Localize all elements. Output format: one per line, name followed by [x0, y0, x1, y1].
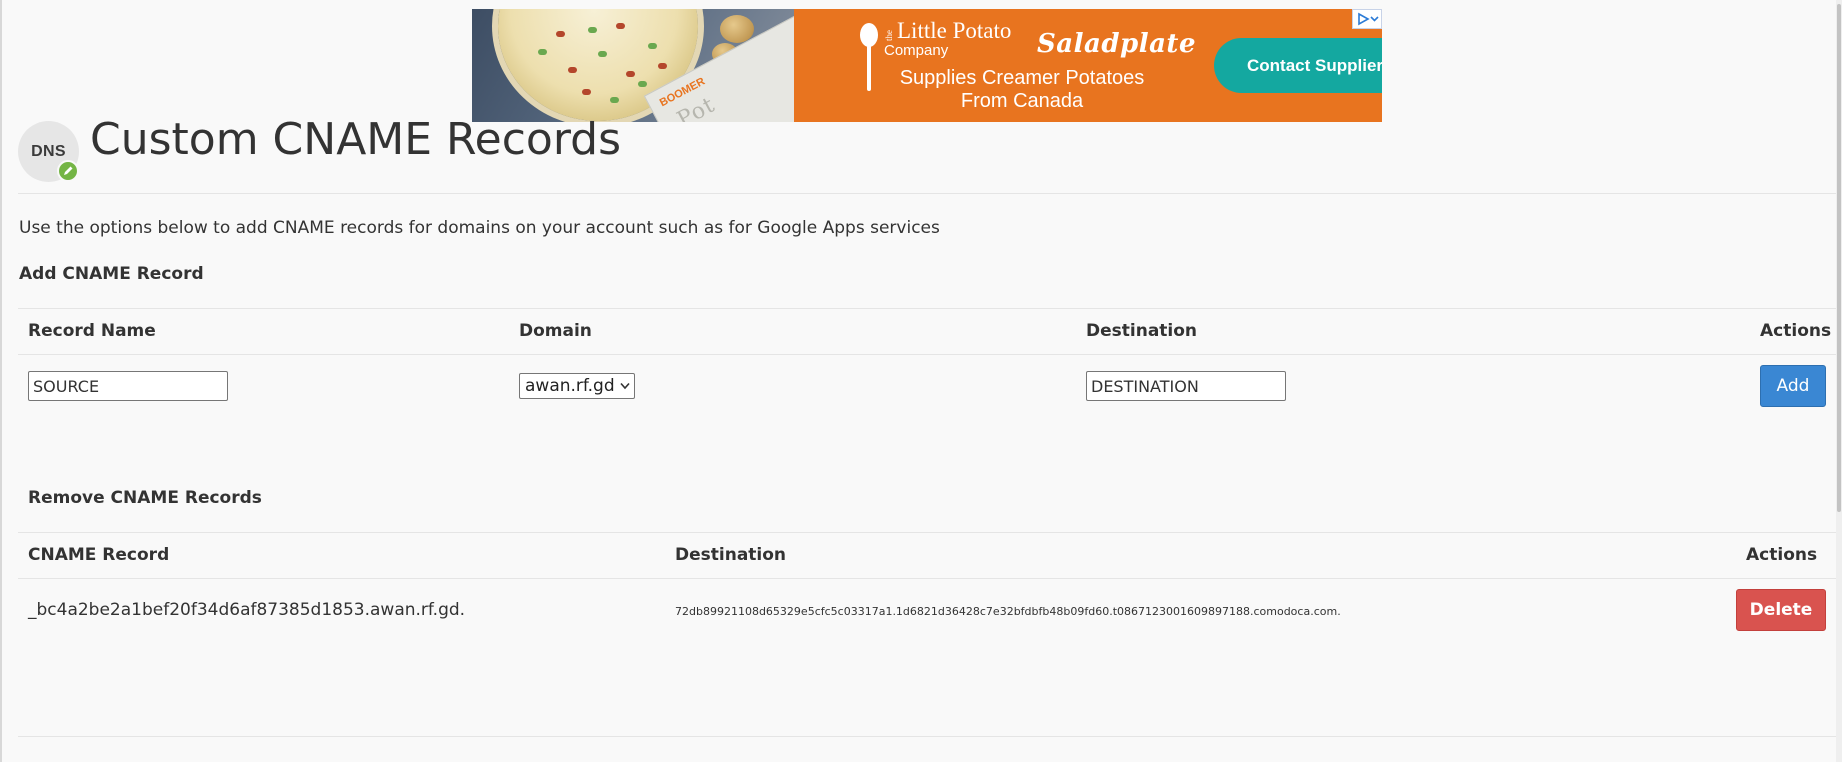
- chevron-down-icon: [620, 382, 630, 390]
- column-header-record-name: Record Name: [28, 321, 156, 341]
- window-edge: [0, 0, 2, 762]
- adchoices-icon[interactable]: [1352, 9, 1382, 29]
- ad-photo: BOOMER Pot: [472, 9, 794, 122]
- column-header-remove-destination: Destination: [675, 545, 787, 565]
- destination-input[interactable]: [1086, 371, 1286, 401]
- column-header-actions: Actions: [1760, 321, 1832, 341]
- dns-icon-label: DNS: [31, 143, 66, 160]
- page-description: Use the options below to add CNAME recor…: [19, 218, 940, 238]
- ad-brand-name: Little Potato: [897, 18, 1012, 43]
- delete-button[interactable]: Delete: [1736, 589, 1826, 631]
- column-header-destination: Destination: [1086, 321, 1198, 341]
- cname-record-cell: _bc4a2be2a1bef20f34d6af87385d1853.awan.r…: [28, 600, 466, 620]
- ad-brand-the: the: [884, 30, 894, 41]
- scrollbar-thumb[interactable]: [1837, 4, 1841, 512]
- ad-banner[interactable]: BOOMER Pot the Little Potato Company Sala…: [472, 9, 1382, 122]
- page: BOOMER Pot the Little Potato Company Sala…: [0, 0, 1842, 762]
- destination-cell: 72db89921108d65329e5cfc5c03317a1.1d6821d…: [675, 605, 1341, 618]
- column-header-remove-actions: Actions: [1746, 545, 1818, 565]
- page-title: Custom CNAME Records: [90, 114, 621, 165]
- column-header-domain: Domain: [519, 321, 592, 341]
- domain-select-value: awan.rf.gd: [525, 376, 615, 396]
- section-bottom-divider: [18, 736, 1836, 737]
- remove-table-top-border: [18, 532, 1836, 533]
- dns-icon: DNS: [18, 121, 79, 182]
- add-button[interactable]: Add: [1760, 365, 1826, 407]
- ad-brand-company: Company: [884, 42, 949, 59]
- remove-table-header-border: [18, 578, 1836, 579]
- saladplate-logo: Saladplate: [1037, 29, 1196, 59]
- pencil-icon: [57, 160, 79, 182]
- ad-brand-logo: the Little Potato Company: [884, 19, 1011, 58]
- add-table-top-border: [18, 308, 1836, 309]
- record-name-input[interactable]: [28, 371, 228, 401]
- scrollbar[interactable]: [1836, 0, 1842, 762]
- ad-headline-line1: Supplies Creamer Potatoes: [899, 67, 1145, 89]
- contact-supplier-button[interactable]: Contact Supplier: [1214, 38, 1382, 93]
- add-table-header-border: [18, 354, 1836, 355]
- column-header-cname-record: CNAME Record: [28, 545, 170, 565]
- ad-headline: Supplies Creamer Potatoes From Canada: [872, 67, 1172, 113]
- ad-headline-line2: From Canada: [960, 90, 1084, 112]
- add-section-title: Add CNAME Record: [19, 264, 204, 284]
- header-divider: [18, 193, 1836, 194]
- remove-section-title: Remove CNAME Records: [28, 488, 262, 508]
- domain-select[interactable]: awan.rf.gd: [519, 373, 635, 399]
